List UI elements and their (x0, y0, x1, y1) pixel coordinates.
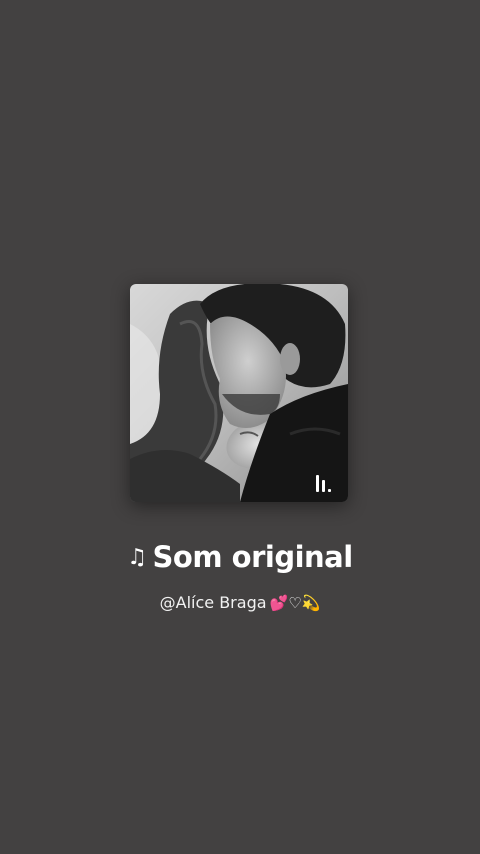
sound-title: ♫ Som original (0, 540, 480, 574)
cover-photo (130, 284, 348, 502)
album-cover[interactable] (130, 284, 348, 502)
artist-emoji: 💕♡💫 (269, 594, 321, 612)
artist-handle[interactable]: @Alíce Braga (160, 593, 267, 612)
sound-title-text: Som original (152, 540, 354, 574)
music-note-icon: ♫ (127, 545, 147, 570)
music-brand-icon (316, 474, 336, 492)
sound-page: ♫ Som original @Alíce Braga 💕♡💫 (0, 0, 480, 854)
artist-link[interactable]: @Alíce Braga 💕♡💫 (0, 593, 480, 612)
